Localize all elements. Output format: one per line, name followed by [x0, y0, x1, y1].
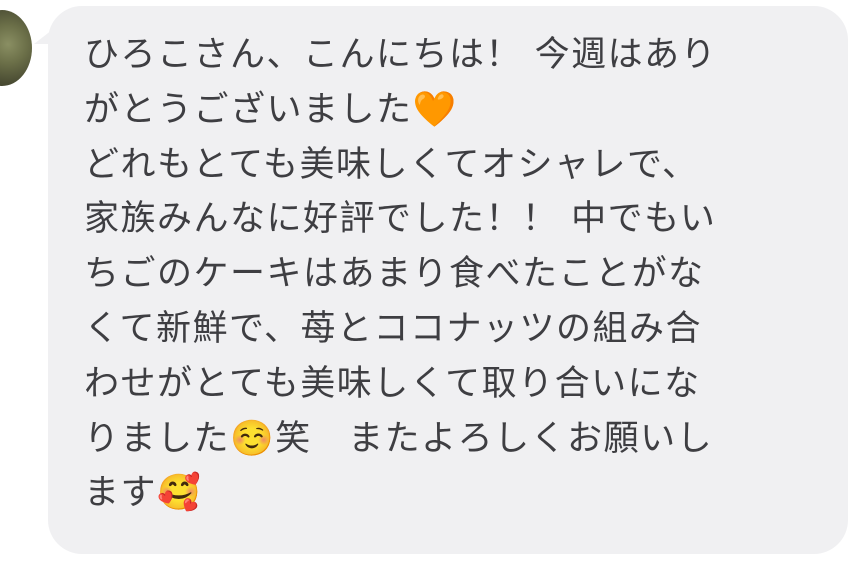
message-line: 家族みんなに好評でした！！ 中でもい	[84, 199, 717, 240]
avatar[interactable]	[0, 10, 32, 86]
message-line: どれもとても美味しくてオシャレで、	[84, 144, 699, 185]
message-line: くて新鮮で、苺とココナッツの組み合	[84, 308, 703, 349]
message-line: ます🥰	[84, 473, 203, 514]
message-line: りました☺️笑 またよろしくお願いし	[84, 418, 714, 459]
message-line: ちごのケーキはあまり食べたことがな	[84, 254, 705, 295]
message-line: わせがとても美味しくて取り合いにな	[84, 363, 701, 404]
message-line: がとうございました🧡	[84, 89, 458, 130]
message-text: ひろこさん、こんにちは！ 今週はあり がとうございました🧡 どれもとても美味しく…	[84, 28, 824, 521]
message-line: ひろこさん、こんにちは！ 今週はあり	[84, 35, 718, 75]
